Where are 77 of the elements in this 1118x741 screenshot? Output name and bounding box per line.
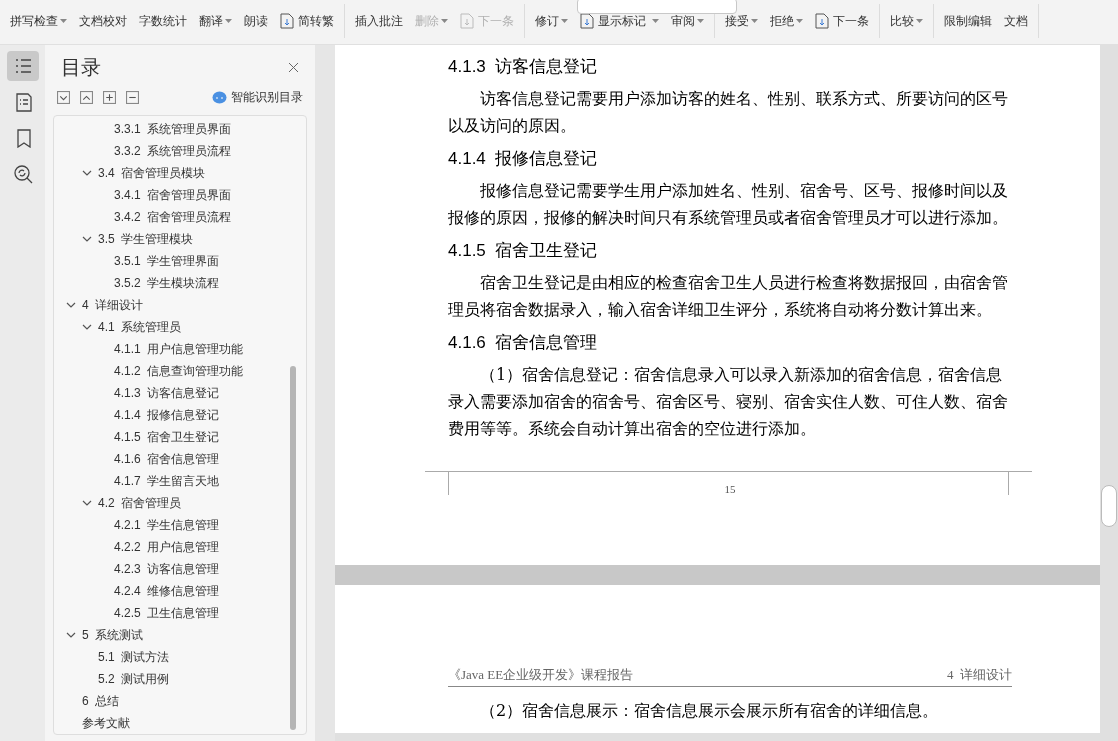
body-paragraph: 访客信息登记需要用户添加访客的姓名、性别、联系方式、所要访问的区号以及访问的原因。 [448, 88, 1009, 137]
scrollbar-thumb[interactable] [290, 366, 296, 730]
ribbon-button[interactable]: 拼写检查 [4, 8, 73, 34]
toc-item[interactable]: 4.2.5 卫生信息管理 [114, 604, 220, 622]
toc-item[interactable]: 3.5.1 学生管理界面 [114, 252, 220, 270]
body-paragraph: （1）宿舍信息登记：宿舍信息录入可以录入新添加的宿舍信息，宿舍信息录入需要添加宿舍的宿舍号、宿舍区号、寝别、宿舍实住人数、可住人数、宿舍费用等等。系统会自动计算出宿舍的空位进行添加。 [448, 364, 1009, 440]
toc-item[interactable]: 6 总结 [82, 692, 120, 710]
toc-item[interactable]: 4.1.1 用户信息管理功能 [114, 340, 244, 358]
toc-item[interactable]: 4.2.1 学生信息管理 [114, 516, 220, 534]
body-paragraph: （2）宿舍信息展示：宿舍信息展示会展示所有宿舍的详细信息。 [479, 699, 940, 722]
chevron-down-icon[interactable] [82, 322, 92, 332]
toc-item[interactable]: 4.1 系统管理员 [98, 318, 182, 336]
document-icon [815, 13, 829, 29]
document-icon [580, 13, 594, 29]
toc-item[interactable]: 3.4 宿舍管理员模块 [98, 164, 206, 182]
toc-item[interactable]: 4.1.2 信息查询管理功能 [114, 362, 244, 380]
toc-item[interactable]: 5 系统测试 [82, 626, 144, 644]
chevron-down-icon[interactable] [82, 234, 92, 244]
toc-item[interactable]: 5.1 测试方法 [98, 648, 170, 666]
toc-item[interactable]: 4.1.7 学生留言天地 [114, 472, 220, 490]
toc-item[interactable]: 参考文献 [82, 714, 130, 732]
toc-item[interactable]: 4 详细设计 [82, 296, 144, 314]
ribbon-button[interactable]: 插入批注 [349, 8, 409, 34]
toc-item[interactable]: 4.2 宿舍管理员 [98, 494, 182, 512]
toc-item[interactable]: 4.2.2 用户信息管理 [114, 538, 220, 556]
ribbon-button[interactable]: 翻译 [193, 8, 238, 34]
toc-item[interactable]: 4.1.3 访客信息登记 [114, 384, 220, 402]
toc-item[interactable]: 4.2.3 访客信息管理 [114, 560, 220, 578]
ribbon-button[interactable]: 简转繁 [274, 8, 340, 34]
collapse-icon[interactable] [57, 90, 70, 104]
page-header: 《Java EE企业级开发》课程报告 [448, 666, 634, 684]
toc-item[interactable]: 4.2.4 维修信息管理 [114, 582, 220, 600]
ribbon-button[interactable]: 修订 [529, 8, 574, 34]
minus-icon[interactable] [126, 90, 139, 104]
panel-title: 目录 [61, 55, 101, 80]
document-icon [460, 13, 474, 29]
toc-item[interactable]: 4.1.4 报修信息登记 [114, 406, 220, 424]
toc-item[interactable]: 3.3.1 系统管理员界面 [114, 120, 232, 138]
expand-icon[interactable] [80, 90, 93, 104]
section-heading: 4.1.6 宿舍信息管理 [448, 332, 599, 354]
toc-item[interactable]: 4.1.6 宿舍信息管理 [114, 450, 220, 468]
document-icon [280, 13, 294, 29]
toc-item[interactable]: 5.2 测试用例 [98, 670, 170, 688]
section-heading: 4.1.3 访客信息登记 [448, 56, 599, 78]
outline-icon[interactable] [6, 51, 39, 81]
ribbon-button[interactable]: 朗读 [238, 8, 274, 34]
chevron-down-icon[interactable] [66, 300, 76, 310]
section-heading: 4.1.5 宿舍卫生登记 [448, 240, 599, 262]
ribbon-button[interactable]: 文档校对 [73, 8, 133, 34]
page-number: 15 [724, 482, 736, 497]
ribbon-button[interactable]: 接受 [719, 8, 764, 34]
toc-item[interactable]: 4.1.5 宿舍卫生登记 [114, 428, 220, 446]
ribbon-button[interactable]: 下一条 [809, 8, 875, 34]
ribbon-button[interactable]: 文档 [998, 8, 1034, 34]
ribbon-button[interactable]: 拒绝 [764, 8, 809, 34]
ribbon-button[interactable]: 限制编辑 [938, 8, 998, 34]
smart-toc-button[interactable]: 智能识别目录 [212, 88, 303, 106]
toc-item[interactable]: 3.5 学生管理模块 [98, 230, 194, 248]
chevron-down-icon[interactable] [82, 498, 92, 508]
ribbon-button[interactable]: 显示标记 [574, 8, 665, 34]
toc-item[interactable]: 3.4.1 宿舍管理员界面 [114, 186, 232, 204]
toc-item[interactable]: 3.4.2 宿舍管理员流程 [114, 208, 232, 226]
chevron-down-icon[interactable] [82, 168, 92, 178]
toc-item[interactable]: 3.3.2 系统管理员流程 [114, 142, 232, 160]
ribbon-button[interactable]: 字数统计 [133, 8, 193, 34]
body-paragraph: 报修信息登记需要学生用户添加姓名、性别、宿舍号、区号、报修时间以及报修的原因，报修的解决时间只有系统管理员或者宿舍管理员才可以进行添加。 [448, 180, 1009, 229]
ribbon-button[interactable]: 审阅 [665, 8, 710, 34]
ribbon-button[interactable]: 比较 [884, 8, 929, 34]
page-header: 4 详细设计 [947, 666, 1012, 684]
close-icon[interactable] [288, 61, 299, 73]
chevron-down-icon[interactable] [66, 630, 76, 640]
scrollbar-thumb[interactable] [1101, 485, 1117, 527]
plus-icon[interactable] [103, 90, 116, 104]
cloud-icon [212, 90, 227, 104]
toc-item[interactable]: 3.5.2 学生模块流程 [114, 274, 220, 292]
body-paragraph: 宿舍卫生登记是由相应的检查宿舍卫生人员进行检查将数据报回，由宿舍管理员将宿舍数据录入，输入宿舍详细卫生评分，系统将自动将分数计算出来。 [448, 272, 1009, 321]
section-heading: 4.1.4 报修信息登记 [448, 148, 599, 170]
